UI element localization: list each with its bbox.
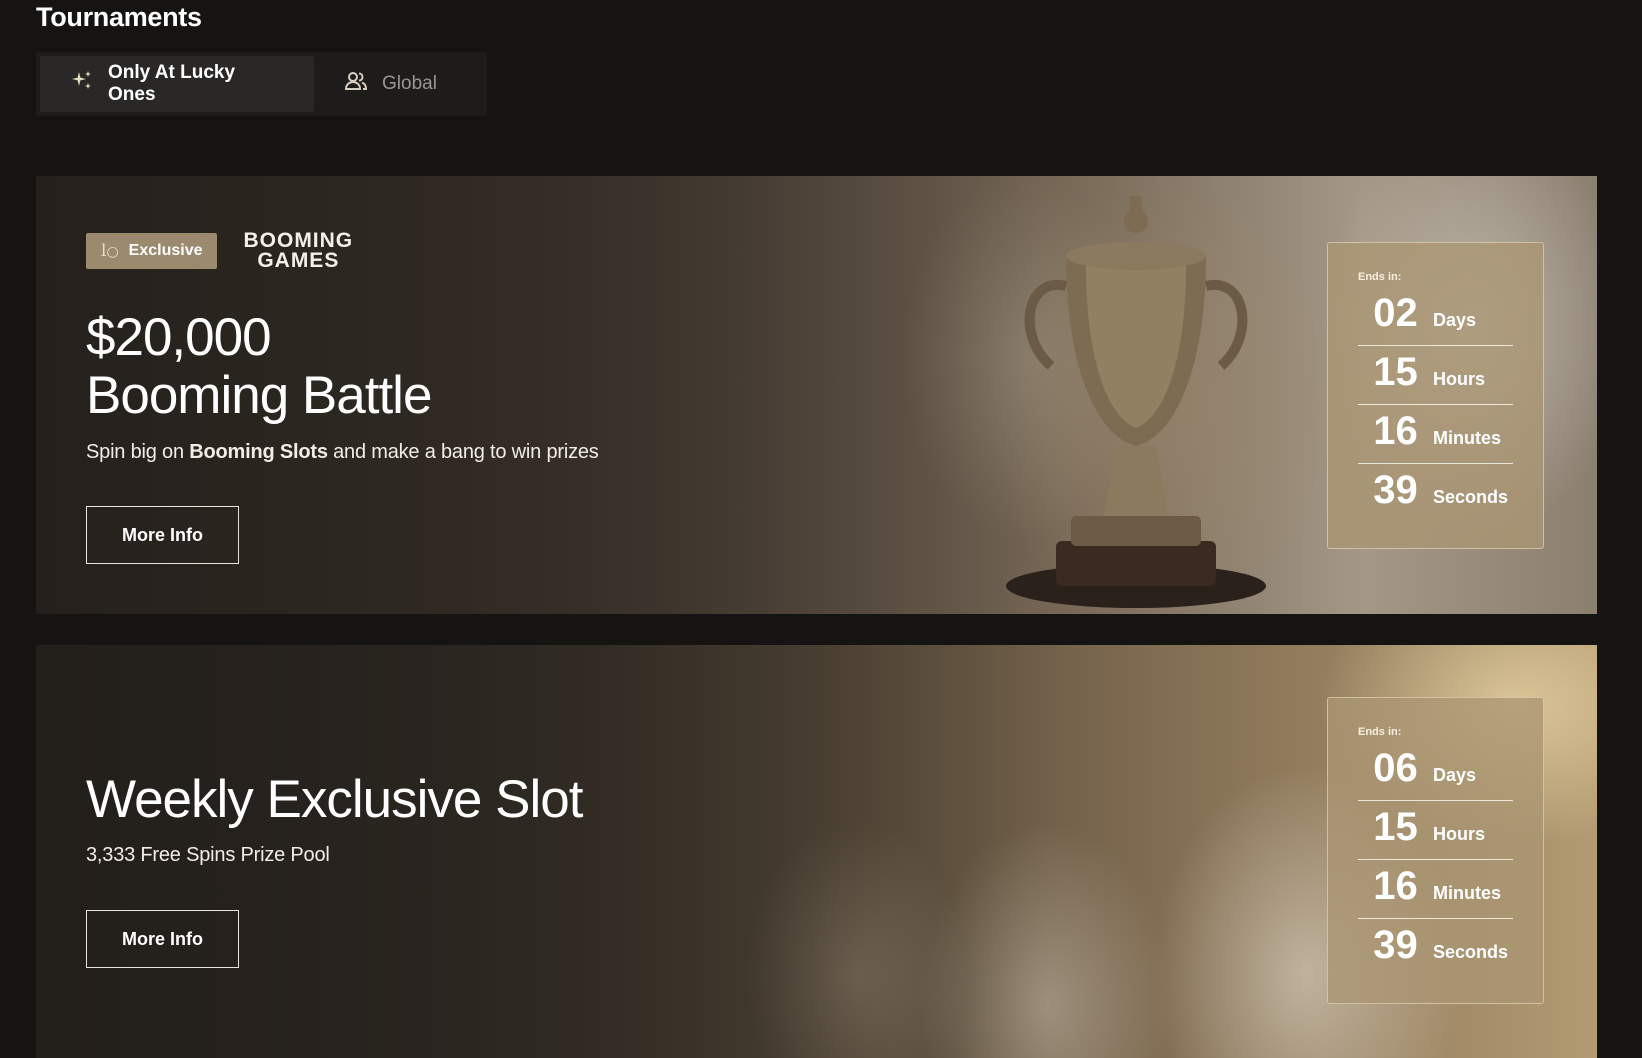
tournament-subtitle: Spin big on Booming Slots and make a ban… [86,441,599,463]
countdown-minutes: 16 Minutes [1358,860,1513,919]
users-icon [344,69,368,99]
tab-label: Only At Lucky Ones [108,62,236,105]
more-info-button[interactable]: More Info [86,506,239,564]
countdown-seconds: 39 Seconds [1373,923,1509,967]
tab-label: Global [382,73,437,94]
booming-games-logo: BOOMING GAMES [243,229,354,272]
countdown-label: Ends in: [1358,271,1402,283]
countdown-label: Ends in: [1358,726,1402,738]
lucky-ones-logo-icon: l○ [101,241,119,261]
countdown-hours: 15 Hours [1358,801,1513,860]
badge-label: Exclusive [128,242,203,259]
tournament-card-booming-battle: l○ Exclusive BOOMING GAMES $20,000 Boomi… [36,176,1597,614]
sparkles-icon [70,69,94,99]
trophy-image [1006,196,1266,608]
countdown-seconds: 39 Seconds [1373,468,1509,512]
countdown-timer: Ends in: 02 Days 15 Hours 16 Minutes 39 … [1327,242,1544,549]
countdown-timer: Ends in: 06 Days 15 Hours 16 Minutes 39 … [1327,697,1544,1004]
tournament-subtitle: 3,333 Free Spins Prize Pool [86,844,330,866]
tab-only-at-lucky-ones[interactable]: Only At Lucky Ones [40,56,314,112]
tournament-title: Weekly Exclusive Slot [86,770,583,829]
card-badges: l○ Exclusive BOOMING GAMES [86,229,354,272]
countdown-days: 02 Days [1358,287,1513,346]
tab-global[interactable]: Global [314,52,467,116]
more-info-button[interactable]: More Info [86,910,239,968]
tournament-tabs: Only At Lucky Ones Global [36,52,487,116]
exclusive-badge: l○ Exclusive [86,233,218,269]
countdown-hours: 15 Hours [1358,346,1513,405]
tournament-title: $20,000 Booming Battle [86,308,432,425]
countdown-minutes: 16 Minutes [1358,405,1513,464]
countdown-days: 06 Days [1358,742,1513,801]
page-title: Tournaments [36,2,202,32]
tournament-card-weekly-exclusive-slot: Weekly Exclusive Slot 3,333 Free Spins P… [36,645,1597,1058]
